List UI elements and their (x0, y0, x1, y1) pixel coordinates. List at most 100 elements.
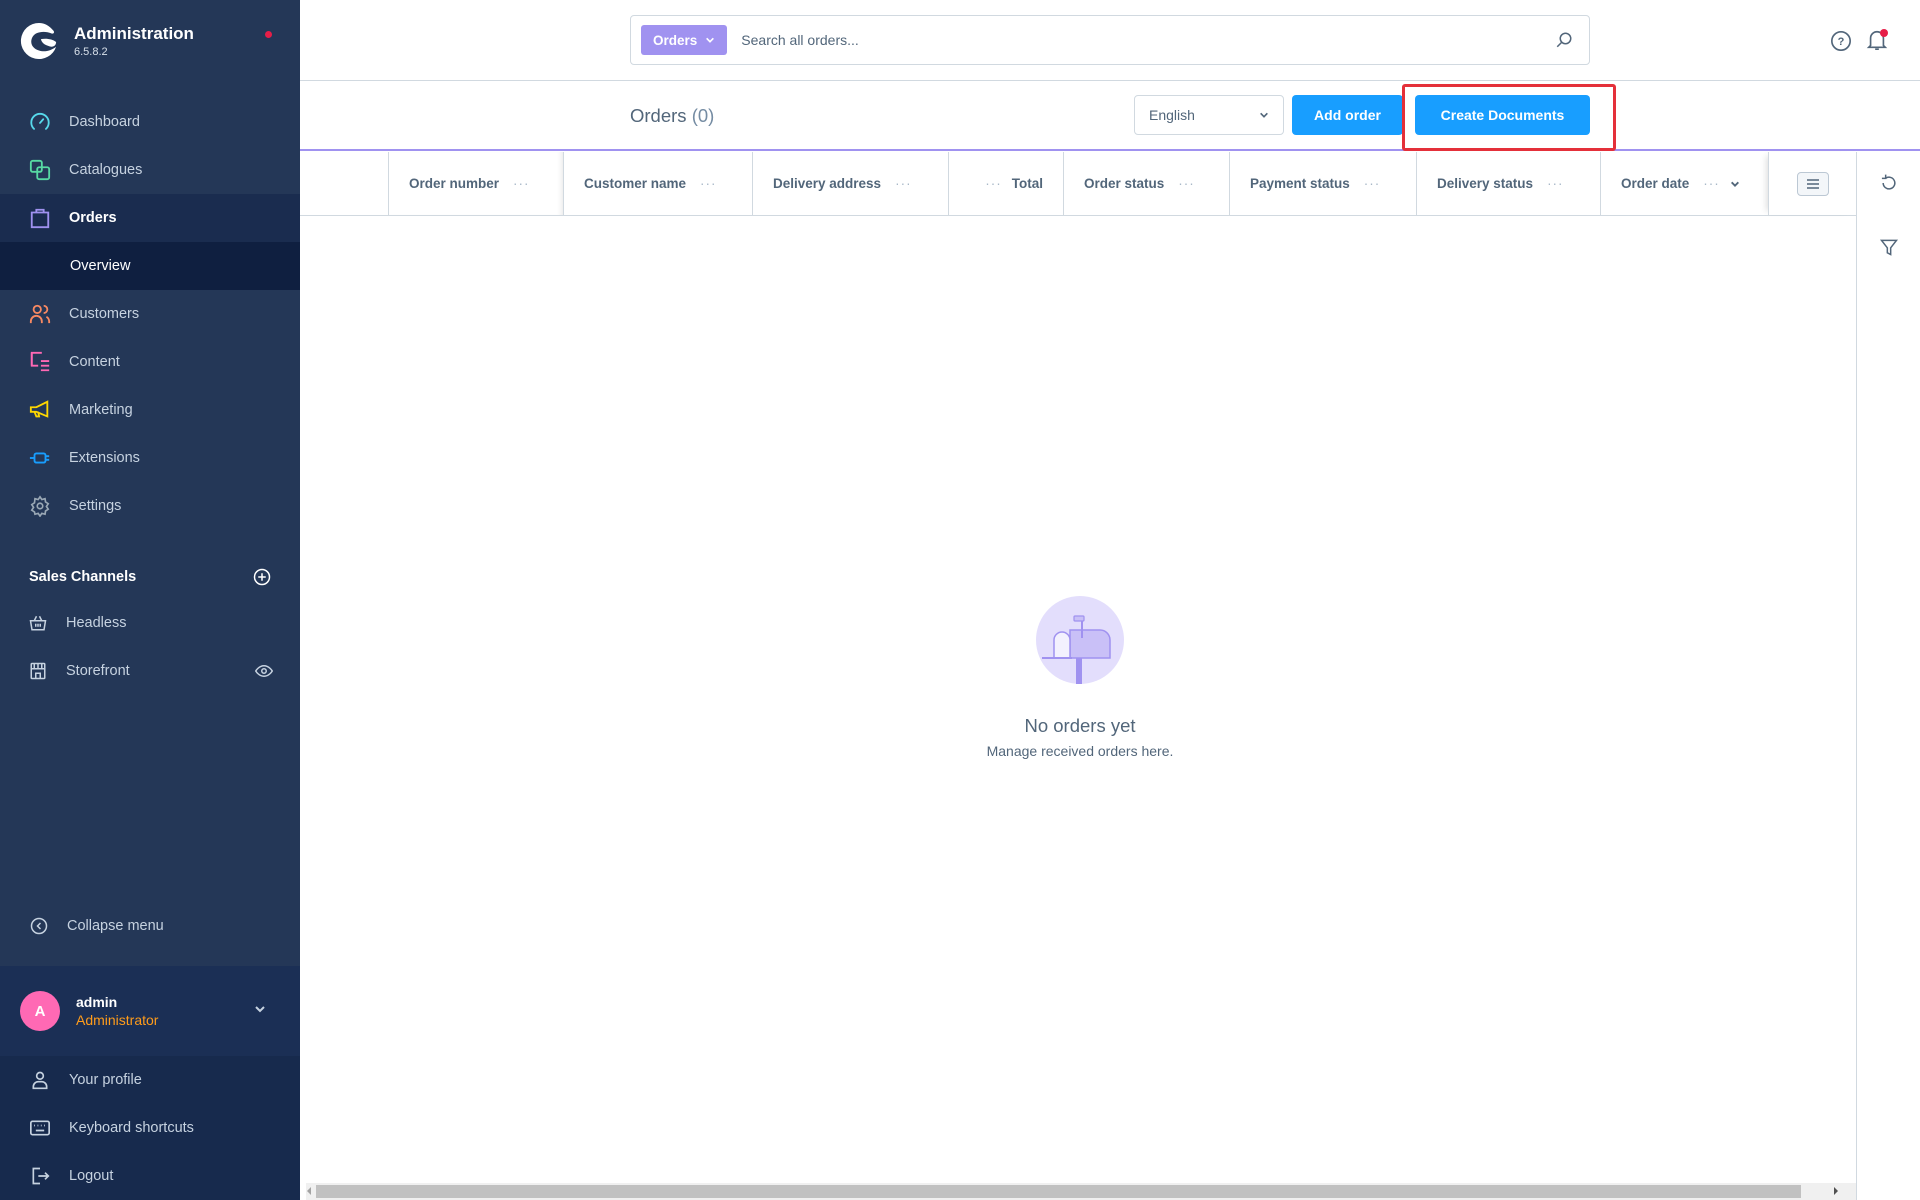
nav-item-content[interactable]: Content (0, 338, 300, 386)
column-header-customer-name[interactable]: Customer name ··· (563, 152, 752, 215)
orders-bag-icon (28, 206, 52, 230)
create-documents-button[interactable]: Create Documents (1415, 95, 1590, 135)
nav-label: Customers (69, 306, 140, 322)
menu-label: Logout (69, 1168, 114, 1184)
nav-item-catalogues[interactable]: Catalogues (0, 146, 300, 194)
top-bar: Orders ? (300, 0, 1920, 81)
menu-item-keyboard-shortcuts[interactable]: Keyboard shortcuts (0, 1104, 300, 1152)
user-icon (28, 1068, 52, 1092)
chevron-left-circle-icon (30, 917, 48, 935)
brand[interactable]: Administration 6.5.8.2 (20, 22, 194, 60)
eye-icon[interactable] (255, 664, 273, 678)
collapse-menu-button[interactable]: Collapse menu (30, 917, 164, 935)
filter-icon[interactable] (1879, 236, 1899, 258)
nav-label: Catalogues (69, 162, 143, 178)
logout-icon (28, 1164, 52, 1188)
dashboard-icon (28, 110, 52, 134)
column-settings-button[interactable] (1796, 171, 1829, 196)
scroll-left-arrow-icon[interactable] (307, 1187, 311, 1195)
storefront-icon (28, 661, 48, 681)
page-title: Orders (0) (630, 105, 714, 127)
keyboard-icon (28, 1116, 52, 1140)
column-options-icon[interactable]: ··· (895, 176, 912, 191)
scrollbar-thumb[interactable] (316, 1185, 1801, 1198)
orders-table-header: Order number ··· Customer name ··· Deliver… (300, 152, 1856, 216)
column-options-icon[interactable]: ··· (1178, 176, 1195, 191)
basket-icon (28, 613, 48, 633)
menu-item-your-profile[interactable]: Your profile (0, 1056, 300, 1104)
empty-state-title: No orders yet (1024, 715, 1136, 736)
user-menu-toggle[interactable]: A admin Administrator (0, 966, 300, 1056)
add-order-button[interactable]: Add order (1292, 95, 1403, 135)
column-options-icon[interactable]: ··· (513, 176, 530, 191)
column-label: Delivery status (1437, 176, 1534, 191)
column-options-icon[interactable]: ··· (1364, 176, 1381, 191)
nav-subitem-overview[interactable]: Overview (0, 242, 300, 290)
main-navigation: Dashboard Catalogues Orders Overview Cus… (0, 98, 300, 530)
global-search: Orders (630, 15, 1590, 65)
chevron-down-icon (1260, 112, 1268, 118)
column-options-icon[interactable]: ··· (985, 176, 1002, 191)
nav-label: Extensions (69, 450, 140, 466)
column-header-order-number[interactable]: Order number ··· (388, 152, 563, 215)
column-header-delivery-address[interactable]: Delivery address ··· (752, 152, 948, 215)
notification-badge (1880, 29, 1888, 37)
column-header-order-date[interactable]: Order date ··· (1600, 152, 1768, 215)
nav-label: Settings (69, 498, 122, 514)
nav-item-customers[interactable]: Customers (0, 290, 300, 338)
mailbox-illustration-icon (1036, 596, 1124, 684)
horizontal-scrollbar[interactable] (306, 1183, 1856, 1200)
nav-label: Orders (69, 210, 117, 226)
smart-bar: Orders (0) English Add order Create Docu… (300, 81, 1920, 151)
order-count: (0) (691, 105, 715, 126)
column-label: Total (1011, 176, 1043, 191)
empty-state: No orders yet Manage received orders her… (980, 596, 1180, 759)
menu-label: Your profile (69, 1072, 142, 1088)
nav-item-settings[interactable]: Settings (0, 482, 300, 530)
sales-channels-heading: Sales Channels (29, 568, 271, 586)
sales-channel-headless[interactable]: Headless (28, 603, 273, 643)
search-type-select[interactable]: Orders (641, 25, 728, 55)
column-label: Customer name (584, 176, 687, 191)
column-settings-cell (1768, 152, 1856, 215)
nav-item-orders[interactable]: Orders (0, 194, 300, 242)
scroll-right-arrow-icon[interactable] (1834, 1187, 1838, 1195)
search-type-label: Orders (653, 32, 698, 48)
column-header-payment-status[interactable]: Payment status ··· (1229, 152, 1416, 215)
collapse-label: Collapse menu (67, 918, 164, 934)
column-header-delivery-status[interactable]: Delivery status ··· (1416, 152, 1600, 215)
nav-label: Dashboard (69, 114, 140, 130)
sales-channel-storefront[interactable]: Storefront (28, 651, 273, 691)
search-input[interactable] (741, 32, 1555, 48)
sales-channel-label: Headless (66, 615, 127, 631)
user-role: Administrator (76, 1012, 159, 1028)
column-header-total[interactable]: ··· Total (948, 152, 1063, 215)
add-sales-channel-icon[interactable] (253, 568, 271, 586)
nav-item-extensions[interactable]: Extensions (0, 434, 300, 482)
column-label: Order status (1084, 176, 1165, 191)
chevron-down-icon (255, 1006, 265, 1013)
empty-state-subtitle: Manage received orders here. (986, 743, 1174, 759)
column-label: Order number (409, 176, 500, 191)
nav-item-dashboard[interactable]: Dashboard (0, 98, 300, 146)
menu-label: Keyboard shortcuts (69, 1120, 194, 1136)
language-select[interactable]: English (1134, 95, 1284, 135)
column-label: Payment status (1250, 176, 1350, 191)
notification-dot (265, 31, 272, 38)
nav-item-marketing[interactable]: Marketing (0, 386, 300, 434)
help-icon[interactable]: ? (1830, 30, 1852, 52)
user-menu: Your profile Keyboard shortcuts Logout (0, 1056, 300, 1200)
gear-icon (28, 494, 52, 518)
search-icon[interactable] (1555, 31, 1573, 49)
column-options-icon[interactable]: ··· (1703, 176, 1720, 191)
app-version: 6.5.8.2 (74, 46, 108, 58)
menu-lines-icon (1806, 178, 1819, 189)
refresh-icon[interactable] (1879, 172, 1899, 194)
nav-label: Content (69, 354, 120, 370)
menu-item-logout[interactable]: Logout (0, 1152, 300, 1200)
column-header-order-status[interactable]: Order status ··· (1063, 152, 1229, 215)
column-options-icon[interactable]: ··· (1547, 176, 1564, 191)
nav-label: Marketing (69, 402, 133, 418)
column-options-icon[interactable]: ··· (700, 176, 717, 191)
sort-descending-icon[interactable] (1730, 180, 1740, 188)
